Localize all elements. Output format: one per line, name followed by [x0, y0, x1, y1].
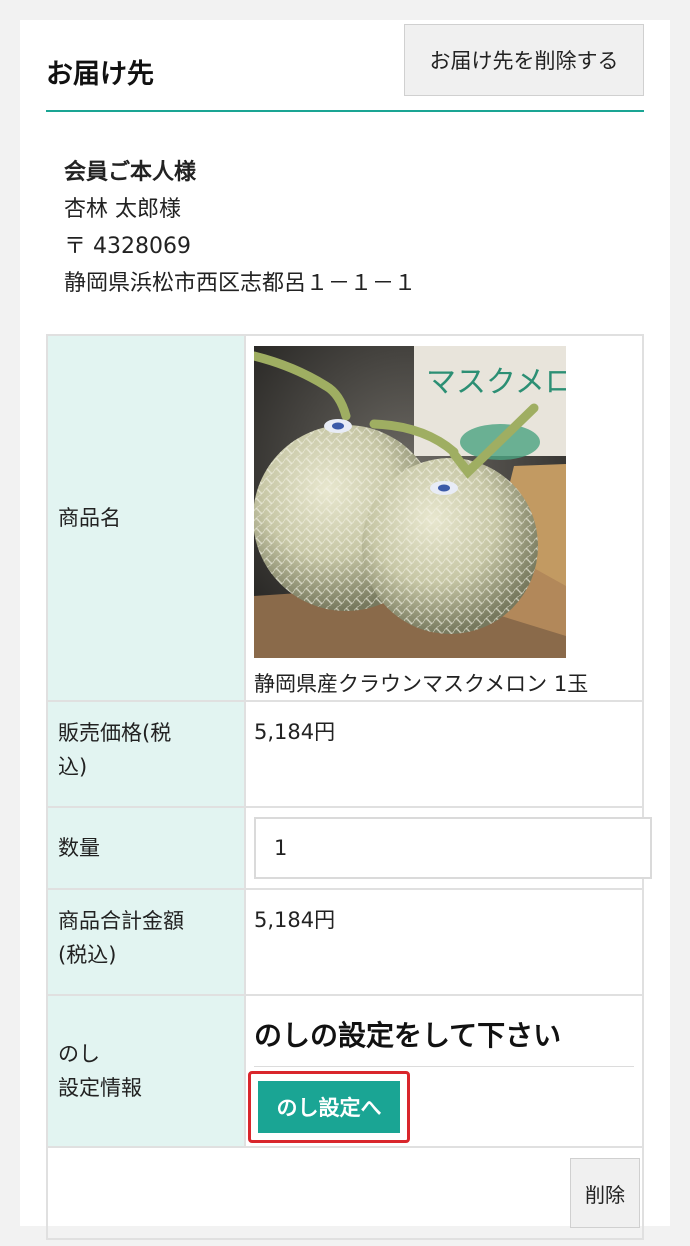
noshi-label: のし 設定情報 — [46, 994, 246, 1148]
noshi-settings-button[interactable]: のし設定へ — [258, 1081, 400, 1133]
product-name: 静岡県産クラウンマスクメロン 1玉 — [254, 672, 589, 696]
delivery-card: お届け先 お届け先を削除する 会員ご本人様 杏林 太郎様 〒 4328069 静… — [20, 20, 670, 1240]
quantity-input[interactable] — [254, 817, 652, 879]
quantity-label: 数量 — [46, 806, 246, 890]
delete-item-button[interactable]: 削除 — [570, 1158, 640, 1228]
table-row: 販売価格(税 込) 5,184円 — [46, 700, 644, 808]
postal-code: 〒 4328069 — [64, 234, 191, 259]
noshi-prompt: のしの設定をして下さい — [254, 1014, 634, 1067]
total-label: 商品合計金額 (税込) — [46, 888, 246, 996]
product-image[interactable]: マスクメロン — [254, 346, 566, 658]
order-table: 商品名 マスクメロ 静岡県産クラウンマスクメロン 1玉 販売価格(税 込) 5,… — [46, 334, 652, 1240]
address-block: 会員ご本人様 杏林 太郎様 〒 4328069 静岡県浜松市西区志都呂１－１－１ — [64, 154, 416, 302]
delete-address-button[interactable]: お届け先を削除する — [404, 24, 644, 96]
noshi-focus-ring: のし設定へ — [248, 1071, 410, 1143]
quantity-cell — [244, 806, 652, 890]
product-image-label: マスクメロン — [426, 365, 566, 400]
price-label-line1: 販売価格(税 — [58, 721, 172, 745]
delete-row-cell: 削除 — [46, 1146, 644, 1240]
price-label-line2: 込) — [58, 755, 88, 779]
total-label-line1: 商品合計金額 — [58, 909, 184, 933]
noshi-label-line2: 設定情報 — [58, 1076, 142, 1100]
street-address: 静岡県浜松市西区志都呂１－１－１ — [64, 271, 417, 296]
table-row: 商品名 マスクメロ 静岡県産クラウンマスクメロン 1玉 — [46, 334, 644, 702]
recipient-type: 会員ご本人様 — [64, 160, 197, 185]
table-row: 削除 — [46, 1146, 644, 1240]
total-value: 5,184円 — [244, 888, 644, 996]
page-title: お届け先 — [46, 59, 154, 90]
noshi-cell: のしの設定をして下さい のし設定へ — [244, 994, 644, 1148]
price-label: 販売価格(税 込) — [46, 700, 246, 808]
table-row: のし 設定情報 のしの設定をして下さい のし設定へ — [46, 994, 644, 1148]
table-row: 数量 — [46, 806, 652, 890]
noshi-label-line1: のし — [58, 1042, 100, 1066]
product-name-label: 商品名 — [46, 334, 246, 702]
total-label-line2: (税込) — [58, 943, 117, 967]
delivery-header: お届け先 お届け先を削除する — [46, 20, 644, 112]
product-cell: マスクメロン 静岡県産クラウンマスク — [244, 334, 644, 702]
recipient-name: 杏林 太郎様 — [64, 197, 181, 222]
price-value: 5,184円 — [244, 700, 644, 808]
table-row: 商品合計金額 (税込) 5,184円 — [46, 888, 644, 996]
